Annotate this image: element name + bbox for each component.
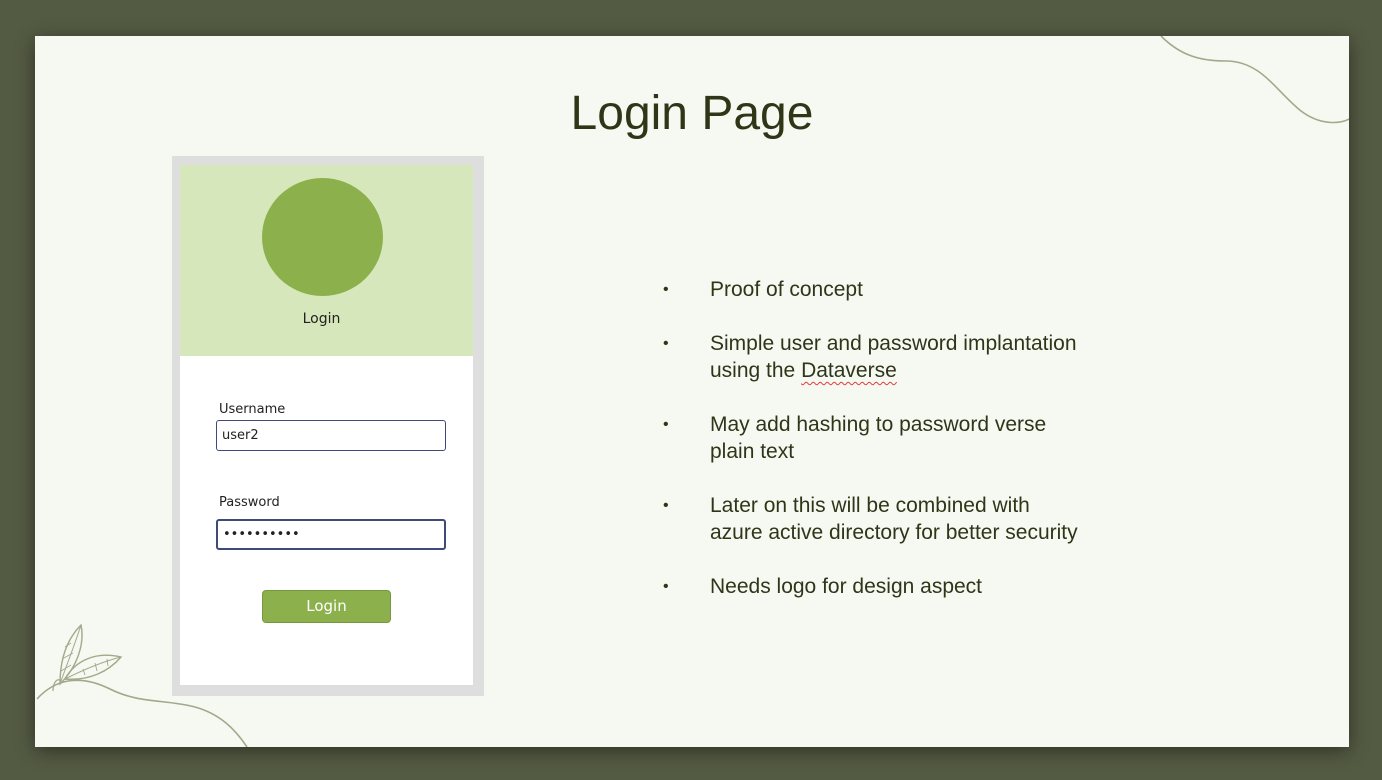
bullet-text: Proof of concept: [710, 278, 863, 301]
password-label: Password: [219, 495, 280, 510]
page-title: Login Page: [570, 87, 814, 140]
bullet-text: May add hashing to password verse plain …: [710, 413, 1047, 463]
bullet-item: • Proof of concept: [663, 276, 1083, 303]
bullet-text: Later on this will be combined with azur…: [710, 494, 1078, 544]
bullet-dot-icon: •: [663, 416, 669, 433]
avatar: [262, 178, 383, 296]
username-label: Username: [219, 402, 286, 417]
bullet-item: • Later on this will be combined with az…: [663, 492, 1083, 546]
bullet-dot-icon: •: [663, 497, 669, 514]
spellcheck-flagged-word: Dataverse: [801, 359, 897, 382]
login-mockup-screen: Login Username user2 Password ••••••••••…: [180, 165, 473, 685]
bullet-dot-icon: •: [663, 335, 669, 352]
bullet-text: Needs logo for design aspect: [710, 575, 983, 598]
username-field[interactable]: user2: [216, 420, 446, 451]
bullet-list: • Proof of concept • Simple user and pas…: [663, 276, 1083, 627]
slide: Login Page Login Username user2 Password…: [35, 36, 1349, 747]
bullet-item: • Simple user and password implantation …: [663, 330, 1083, 384]
login-mockup-frame: Login Username user2 Password ••••••••••…: [172, 156, 484, 696]
bullet-item: • Needs logo for design aspect: [663, 573, 1083, 600]
password-field[interactable]: ••••••••••: [216, 519, 446, 550]
login-button[interactable]: Login: [262, 590, 391, 623]
bullet-dot-icon: •: [663, 578, 669, 595]
bullet-dot-icon: •: [663, 281, 669, 298]
mockup-header-label: Login: [302, 311, 341, 327]
mockup-header: Login: [180, 165, 473, 356]
bullet-item: • May add hashing to password verse plai…: [663, 411, 1083, 465]
